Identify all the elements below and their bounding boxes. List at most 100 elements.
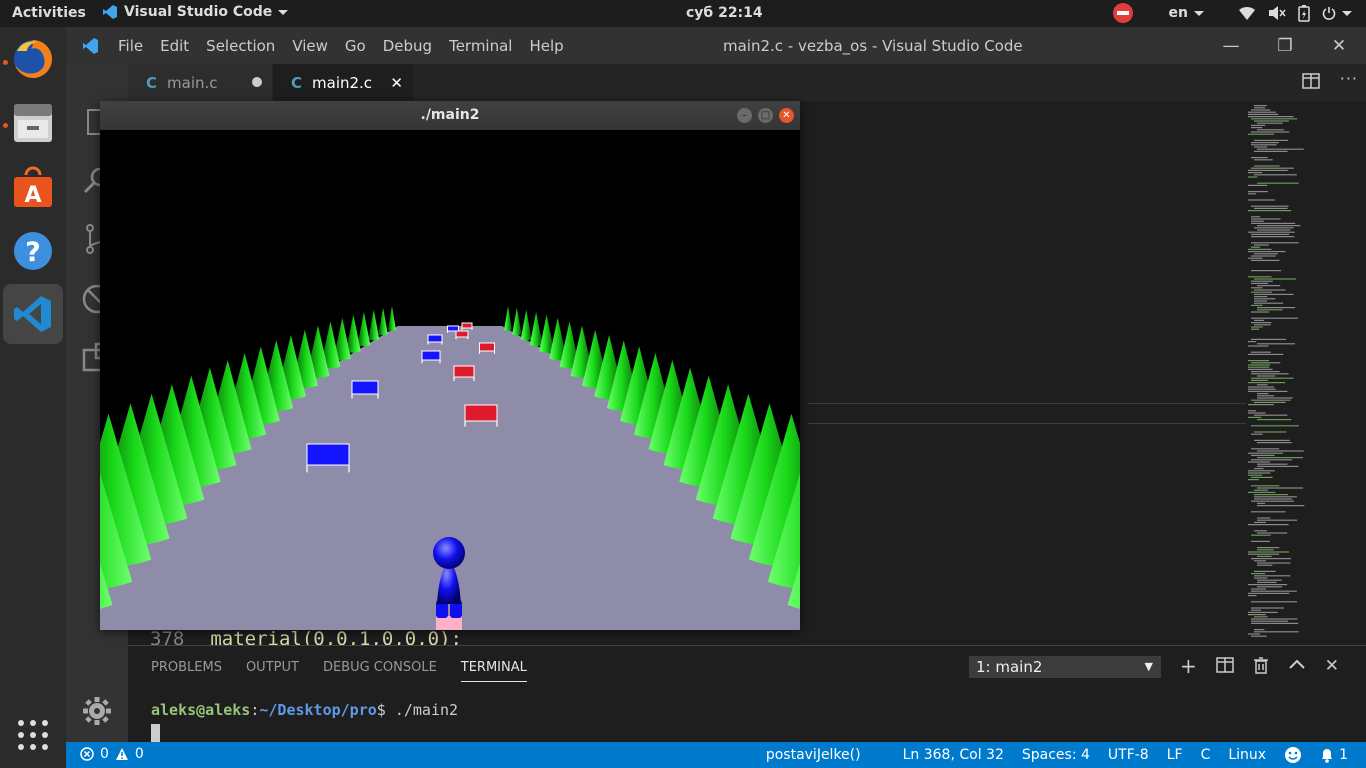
menu-go[interactable]: Go	[345, 37, 366, 55]
terminal-select-value: 1: main2	[976, 658, 1043, 676]
running-indicator	[3, 123, 8, 128]
tab-label: main2.c	[312, 73, 373, 92]
svg-text:A: A	[24, 183, 41, 208]
menu-terminal[interactable]: Terminal	[449, 37, 512, 55]
activities-button[interactable]: Activities	[12, 5, 86, 21]
trash-icon[interactable]	[1253, 656, 1269, 674]
language-label: en	[1168, 5, 1188, 21]
minimize-icon[interactable]: —	[1204, 27, 1258, 64]
status-position[interactable]: Ln 368, Col 32	[903, 747, 1004, 763]
language-indicator[interactable]: en	[1169, 5, 1204, 21]
split-editor-icon[interactable]	[1301, 72, 1320, 90]
menu-view[interactable]: View	[292, 37, 328, 55]
help-icon[interactable]: ?	[9, 227, 57, 275]
error-icon	[80, 747, 94, 761]
chevron-down-icon	[1194, 10, 1204, 16]
prompt-path: ~/Desktop/pro	[259, 701, 377, 719]
feedback-smiley-icon[interactable]	[1284, 746, 1302, 764]
maximize-icon[interactable]: □	[758, 108, 773, 123]
minimap[interactable]	[1246, 101, 1366, 641]
software-store-icon[interactable]: A	[9, 163, 57, 211]
obstacle-block	[421, 350, 441, 361]
tab-problems[interactable]: PROBLEMS	[151, 660, 222, 682]
game-window[interactable]: ./main2 – □ ✕	[100, 101, 800, 630]
dock: A ?	[0, 27, 66, 768]
obstacle-block	[461, 322, 473, 329]
app-menu[interactable]: Visual Studio Code	[102, 4, 289, 20]
minimize-icon[interactable]: –	[737, 108, 752, 123]
menu-file[interactable]: File	[118, 37, 143, 55]
running-indicator	[3, 60, 8, 65]
do-not-disturb-icon[interactable]	[1112, 3, 1133, 23]
tab-terminal[interactable]: TERMINAL	[460, 660, 527, 682]
close-icon[interactable]: ✕	[779, 108, 794, 123]
obstacle-block	[453, 365, 475, 378]
status-function[interactable]: postaviJelke()	[766, 747, 861, 763]
obstacle-block	[427, 334, 443, 343]
c-file-icon: C	[146, 73, 158, 92]
modified-dot-icon[interactable]	[252, 77, 262, 87]
gear-icon[interactable]	[80, 694, 114, 728]
obstacle-block	[351, 380, 379, 395]
terminal-select[interactable]: 1: main2 ▼	[969, 656, 1161, 678]
prompt-command: $ ./main2	[376, 701, 459, 719]
chevron-down-icon	[278, 9, 289, 15]
tab-main-c[interactable]: C main.c	[128, 64, 272, 101]
obstacle-block	[447, 325, 459, 332]
game-scene[interactable]	[100, 130, 800, 630]
tab-output[interactable]: OUTPUT	[246, 660, 299, 682]
firefox-icon[interactable]	[9, 35, 57, 83]
terminal-prompt[interactable]: aleks@aleks:~/Desktop/pro$ ./main2	[151, 701, 458, 719]
tab-debug-console[interactable]: DEBUG CONSOLE	[323, 660, 437, 682]
battery-icon[interactable]	[1298, 4, 1310, 22]
warning-count: 0	[134, 746, 144, 762]
error-count: 0	[100, 746, 109, 762]
status-eol[interactable]: LF	[1167, 747, 1183, 763]
svg-text:?: ?	[25, 237, 41, 268]
menu-bar: File Edit Selection View Go Debug Termin…	[118, 37, 581, 55]
title-bar: File Edit Selection View Go Debug Termin…	[66, 27, 1366, 64]
menu-debug[interactable]: Debug	[383, 37, 432, 55]
wifi-icon[interactable]	[1238, 5, 1256, 21]
obstacle-block	[464, 404, 498, 422]
notifications[interactable]: 1	[1320, 747, 1348, 763]
restore-icon[interactable]: ❐	[1258, 27, 1312, 64]
game-window-title[interactable]: ./main2	[100, 101, 800, 130]
close-panel-icon[interactable]: ✕	[1325, 656, 1339, 676]
menu-selection[interactable]: Selection	[206, 37, 275, 55]
warning-icon	[115, 748, 128, 760]
obstacle-block	[306, 443, 350, 466]
volume-muted-icon[interactable]	[1268, 5, 1286, 21]
status-encoding[interactable]: UTF-8	[1108, 747, 1149, 763]
status-language[interactable]: C	[1201, 747, 1211, 763]
terminal-cursor	[151, 724, 160, 742]
app-menu-label: Visual Studio Code	[124, 4, 273, 20]
status-spaces[interactable]: Spaces: 4	[1022, 747, 1090, 763]
system-tray[interactable]: en	[1112, 3, 1352, 23]
files-icon[interactable]	[9, 99, 57, 147]
close-tab-icon[interactable]: ✕	[390, 74, 403, 92]
close-icon[interactable]: ✕	[1312, 27, 1366, 64]
vscode-small-icon	[103, 5, 117, 19]
obstacle-block	[455, 330, 469, 338]
status-platform[interactable]: Linux	[1228, 747, 1266, 763]
c-file-icon: C	[291, 73, 303, 92]
split-terminal-icon[interactable]	[1216, 656, 1234, 674]
vscode-logo-icon	[83, 38, 98, 54]
tab-main2-c[interactable]: C main2.c ✕	[273, 64, 413, 101]
chevron-down-icon: ▼	[1144, 660, 1153, 673]
new-terminal-icon[interactable]: +	[1180, 656, 1197, 676]
prompt-user: aleks@aleks	[151, 701, 251, 719]
power-icon[interactable]	[1322, 6, 1352, 20]
maximize-panel-icon[interactable]	[1288, 656, 1306, 674]
problems-status[interactable]: 0 0	[80, 746, 144, 762]
tab-label: main.c	[167, 73, 218, 92]
vscode-icon[interactable]	[3, 284, 63, 344]
more-actions-icon[interactable]: ···	[1340, 71, 1358, 90]
status-bar: 0 0 postaviJelke() Ln 368, Col 32 Spaces…	[66, 742, 1366, 768]
obstacle-block	[479, 342, 495, 352]
clock[interactable]: суб 22:14	[686, 5, 763, 21]
app-grid-icon[interactable]	[9, 711, 57, 759]
menu-help[interactable]: Help	[529, 37, 563, 55]
menu-edit[interactable]: Edit	[160, 37, 189, 55]
